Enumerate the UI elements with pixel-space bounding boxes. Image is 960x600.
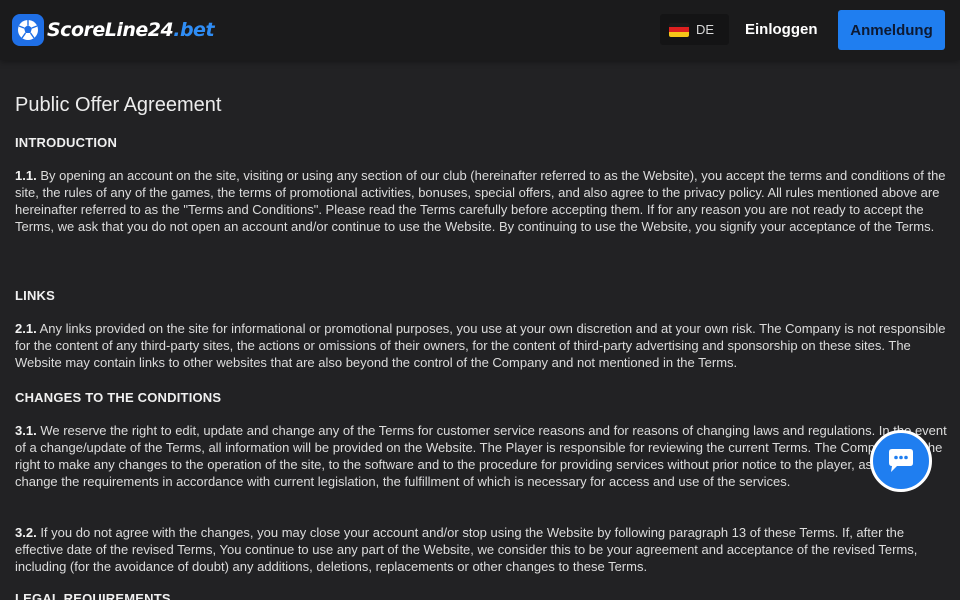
section-heading-introduction: INTRODUCTION: [15, 135, 118, 150]
section-heading-changes: CHANGES TO THE CONDITIONS: [15, 390, 222, 405]
soccer-ball-logo-icon: [12, 14, 44, 46]
login-link[interactable]: Einloggen: [745, 21, 818, 38]
register-button[interactable]: Anmeldung: [838, 10, 945, 50]
page-title: Public Offer Agreement: [15, 94, 222, 116]
logo-text-suffix: .bet: [173, 19, 215, 41]
paragraph-text: Any links provided on the site for infor…: [15, 321, 946, 370]
paragraph-text: By opening an account on the site, visit…: [15, 168, 946, 234]
section-heading-links: LINKS: [15, 288, 55, 303]
site-logo[interactable]: ScoreLine24.bet: [12, 14, 215, 46]
logo-text-main: ScoreLine24: [47, 19, 174, 41]
language-code: DE: [696, 22, 715, 37]
paragraph-number: 3.1.: [15, 423, 37, 438]
site-header: ScoreLine24.bet DE Einloggen Anmeldung: [0, 0, 960, 60]
paragraph-2-1: 2.1. Any links provided on the site for …: [15, 320, 950, 371]
paragraph-text: If you do not agree with the changes, yo…: [15, 525, 918, 574]
terms-content[interactable]: Public Offer Agreement INTRODUCTION 1.1.…: [0, 60, 960, 600]
paragraph-number: 1.1.: [15, 168, 37, 183]
paragraph-3-2: 3.2. If you do not agree with the change…: [15, 524, 950, 575]
paragraph-number: 3.2.: [15, 525, 37, 540]
section-heading-legal: LEGAL REQUIREMENTS: [15, 591, 171, 600]
germany-flag-icon: [669, 22, 689, 37]
chat-bubble-icon: [889, 449, 913, 472]
paragraph-3-1: 3.1. We reserve the right to edit, updat…: [15, 422, 950, 490]
language-selector[interactable]: DE: [660, 14, 729, 45]
paragraph-1-1: 1.1. By opening an account on the site, …: [15, 167, 950, 235]
paragraph-number: 2.1.: [15, 321, 37, 336]
chat-button[interactable]: [870, 430, 932, 492]
logo-text: ScoreLine24.bet: [47, 19, 215, 41]
paragraph-text: We reserve the right to edit, update and…: [15, 423, 947, 489]
